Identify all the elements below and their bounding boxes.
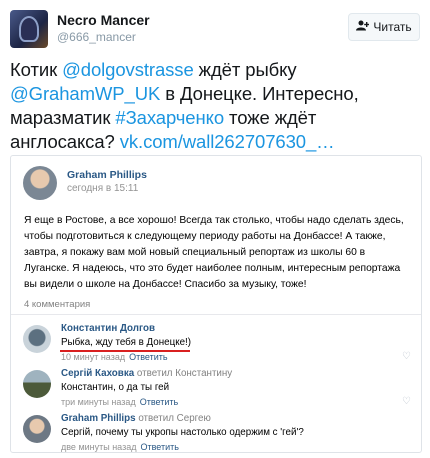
post-author-avatar[interactable] [23, 166, 57, 200]
tweet-text: Котик @dolgovstrasse ждёт рыбку @GrahamW… [10, 58, 424, 154]
reply-to: ответил Константину [136, 368, 233, 379]
commenter-avatar[interactable] [23, 415, 51, 443]
follow-button[interactable]: Читать [348, 13, 420, 41]
user-handle[interactable]: @666_mancer [57, 30, 136, 44]
add-user-icon [356, 20, 370, 34]
comment-author-name[interactable]: Сергій Каховка [61, 368, 134, 379]
heart-icon[interactable]: ♡ [402, 351, 411, 362]
user-avatar[interactable] [10, 10, 48, 48]
follow-label: Читать [373, 20, 412, 34]
comment-meta: 10 минут назад Ответить [61, 352, 168, 362]
display-name[interactable]: Necro Mancer [57, 12, 150, 28]
tweet-link[interactable]: @GrahamWP_UK [10, 83, 160, 104]
tweet-header: Necro Mancer @666_mancer Читать [10, 10, 420, 50]
reply-to: ответил Сергею [138, 413, 211, 424]
comment-author[interactable]: Сергій Каховка ответил Константину [61, 368, 232, 379]
comment-author[interactable]: Graham Phillips ответил Сергею [61, 413, 211, 424]
post-author-name[interactable]: Graham Phillips [67, 169, 147, 181]
comment-meta: три минуты назад Ответить [61, 397, 178, 407]
commenter-avatar[interactable] [23, 370, 51, 398]
tweet-link[interactable]: #Захарченко [115, 107, 224, 128]
comment-meta: две минуты назад Ответить [61, 442, 179, 452]
post-date[interactable]: сегодня в 15:11 [67, 183, 138, 194]
comment-time[interactable]: 10 минут назад [61, 352, 125, 362]
comment-time[interactable]: три минуты назад [61, 397, 136, 407]
tweet-text-segment: Котик [10, 59, 63, 80]
reply-link[interactable]: Ответить [129, 352, 167, 362]
reply-link[interactable]: Ответить [140, 442, 178, 452]
comment-text: Рыбка, жду тебя в Донецке!) [61, 337, 192, 348]
divider [11, 314, 421, 315]
tweet-link[interactable]: @dolgovstrasse [62, 59, 194, 80]
avatar-figure [19, 16, 39, 42]
comment-author[interactable]: Константин Долгов [61, 323, 155, 334]
comment-time[interactable]: две минуты назад [61, 442, 136, 452]
comments-count[interactable]: 4 комментария [24, 299, 90, 310]
heart-icon[interactable]: ♡ [402, 396, 411, 407]
tweet-link[interactable]: vk.com/wall262707630_… [120, 131, 335, 152]
post-body: Я еще в Ростове, а все хорошо! Всегда та… [24, 215, 404, 290]
comment-author-name[interactable]: Graham Phillips [61, 413, 136, 424]
reply-link[interactable]: Ответить [140, 397, 178, 407]
commenter-avatar[interactable] [23, 325, 51, 353]
comment-text: Сергій, почему ты укропы настолько одерж… [61, 427, 304, 438]
tweet-text-segment: ждёт рыбку [193, 59, 297, 80]
vk-embed-card[interactable]: Graham Phillips сегодня в 15:11 Я еще в … [10, 155, 422, 453]
comment-text: Константин, о да ты гей [61, 382, 170, 393]
